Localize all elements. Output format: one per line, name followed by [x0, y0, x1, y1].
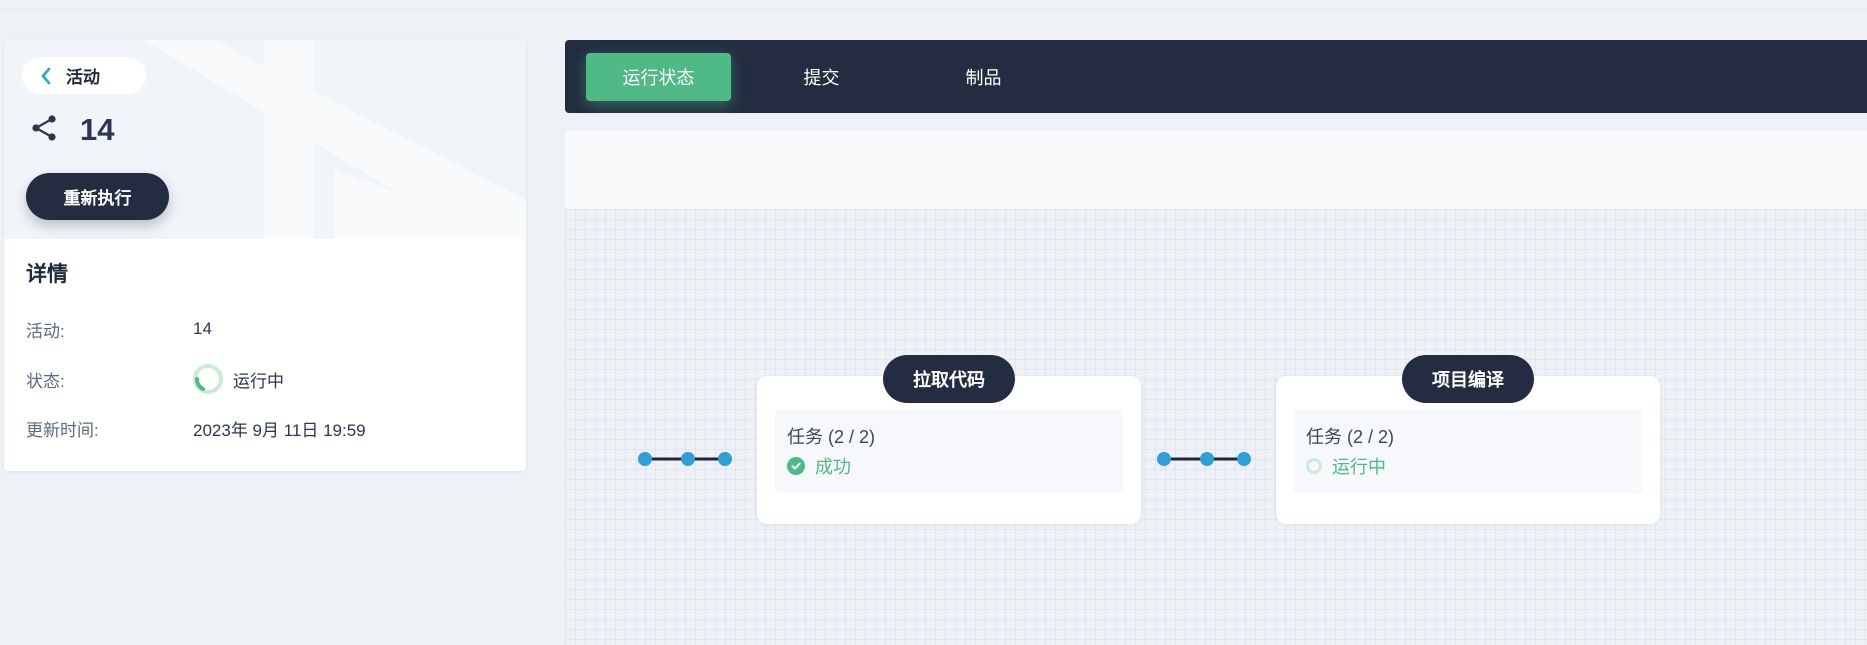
pipeline-canvas: 任务 (2 / 2) 成功 拉取代码 任务 (2 / 2) 运行中 项目编译 [565, 209, 1867, 645]
job-title: 任务 (2 / 2) [1306, 427, 1395, 447]
job-box[interactable]: 任务 (2 / 2) 运行中 [1294, 409, 1642, 493]
detail-key: 更新时间: [26, 420, 99, 440]
back-label: 活动 [66, 68, 100, 87]
detail-status-value: 运行中 [193, 364, 284, 394]
tab-artifacts[interactable]: 制品 [911, 53, 1056, 101]
job-status: 运行中 [1306, 453, 1386, 479]
pipeline-share-icon [30, 113, 60, 148]
success-check-icon [787, 457, 805, 475]
stage-name-pill[interactable]: 拉取代码 [883, 355, 1015, 403]
detail-row-updated: 更新时间: 2023年 9月 11日 19:59 [26, 413, 366, 443]
back-to-activity-button[interactable]: 活动 [22, 57, 146, 94]
chevron-left-icon [40, 67, 52, 85]
job-status-text: 成功 [815, 457, 851, 477]
job-status-text: 运行中 [1332, 457, 1386, 477]
build-sidebar: 活动 14 重新执行 详情 活动: 14 状态: 运行中 更新时间: 2023年… [4, 40, 526, 471]
running-spinner-icon [1306, 458, 1322, 474]
rerun-button[interactable]: 重新执行 [26, 173, 169, 220]
details-title: 详情 [26, 263, 68, 286]
detail-key: 活动: [26, 321, 65, 341]
status-text: 运行中 [233, 371, 284, 391]
detail-row-status: 状态: 运行中 [26, 364, 284, 394]
tab-commits[interactable]: 提交 [749, 53, 894, 101]
tabs-bar: 运行状态 提交 制品 [565, 40, 1867, 113]
build-number: 14 [80, 112, 115, 147]
build-hero: 活动 14 重新执行 [4, 40, 526, 239]
detail-value: 2023年 9月 11日 19:59 [193, 420, 366, 440]
job-status: 成功 [787, 453, 851, 479]
job-box[interactable]: 任务 (2 / 2) 成功 [775, 409, 1123, 493]
pipeline-connector-start [638, 452, 732, 466]
top-divider [0, 9, 1867, 10]
detail-value: 14 [193, 319, 212, 338]
job-title: 任务 (2 / 2) [787, 427, 876, 447]
stage-name-pill[interactable]: 项目编译 [1402, 355, 1534, 403]
tab-run-status[interactable]: 运行状态 [586, 53, 731, 101]
detail-key: 状态: [26, 371, 65, 391]
running-spinner-icon [193, 364, 223, 394]
build-number-row: 14 [30, 110, 114, 150]
toolbar-area [565, 131, 1867, 209]
detail-row-activity: 活动: 14 [26, 314, 212, 344]
pipeline-connector-middle [1157, 452, 1251, 466]
